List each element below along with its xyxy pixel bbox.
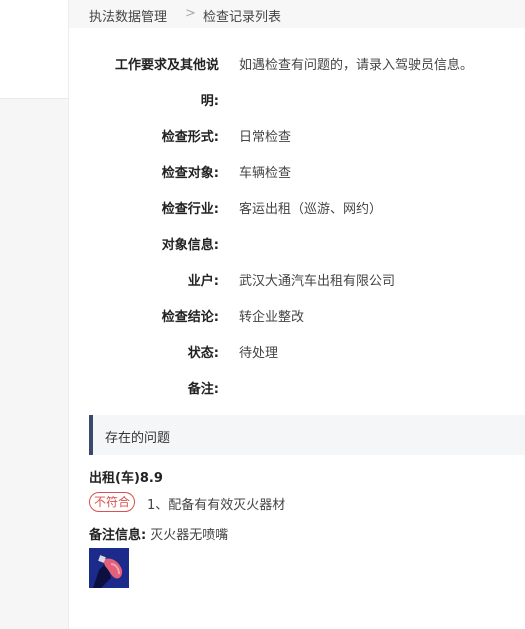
field-label: 状态:: [187, 346, 219, 361]
field-row: 检查结论: 转企业整改: [69, 306, 525, 328]
breadcrumb-parent-link[interactable]: 执法数据管理: [89, 6, 167, 25]
status-badge: 不符合: [89, 492, 136, 512]
photo-icon: [89, 548, 129, 588]
sidebar-item[interactable]: [0, 42, 68, 99]
field-label: 检查对象:: [161, 166, 219, 181]
breadcrumb-separator: >: [185, 6, 196, 21]
field-label: 检查结论:: [161, 310, 219, 325]
field-label: 检查形式:: [161, 130, 219, 145]
field-value: 车辆检查: [239, 166, 292, 181]
field-value: 待处理: [239, 346, 279, 361]
field-row: 对象信息:: [69, 234, 525, 256]
detail-panel: 工作要求及其他说 如遇检查有问题的，请录入驾驶员信息。 明: 检查形式: 日常检…: [69, 40, 525, 629]
issue-text: 1、配备有有效灭火器材: [147, 498, 286, 513]
problems-section-header: 存在的问题: [89, 415, 525, 455]
section-title: 存在的问题: [105, 431, 171, 446]
evidence-photo-thumbnail[interactable]: [89, 548, 129, 588]
breadcrumb: 执法数据管理 > 检查记录列表: [69, 0, 525, 28]
field-label: 明:: [200, 94, 219, 109]
breadcrumb-current: 检查记录列表: [203, 10, 282, 25]
field-row: 工作要求及其他说 如遇检查有问题的，请录入驾驶员信息。: [69, 54, 525, 76]
field-row: 业户: 武汉大通汽车出租有限公司: [69, 270, 525, 292]
field-label: 检查行业:: [161, 202, 219, 217]
field-row: 备注:: [69, 378, 525, 400]
problem-item-title: 出租(车)8.9: [89, 471, 163, 486]
field-value: 客运出租（巡游、网约）: [239, 202, 383, 217]
field-label: 对象信息:: [161, 238, 219, 253]
field-label: 备注:: [187, 382, 219, 397]
field-row: 检查对象: 车辆检查: [69, 162, 525, 184]
field-row: 检查形式: 日常检查: [69, 126, 525, 148]
field-row: 明:: [69, 90, 525, 112]
field-value: 转企业整改: [239, 310, 305, 325]
sidebar-header: [0, 0, 68, 43]
field-value: 日常检查: [239, 130, 292, 145]
field-value: 武汉大通汽车出租有限公司: [239, 274, 396, 289]
field-row: 检查行业: 客运出租（巡游、网约）: [69, 198, 525, 220]
note-value: 灭火器无喷嘴: [150, 528, 229, 543]
field-label: 业户:: [187, 274, 219, 289]
note-row: 备注信息: 灭火器无喷嘴: [89, 524, 228, 543]
note-label: 备注信息:: [89, 528, 147, 543]
field-value: 如遇检查有问题的，请录入驾驶员信息。: [239, 58, 474, 73]
field-label: 工作要求及其他说: [114, 58, 219, 73]
field-row: 状态: 待处理: [69, 342, 525, 364]
